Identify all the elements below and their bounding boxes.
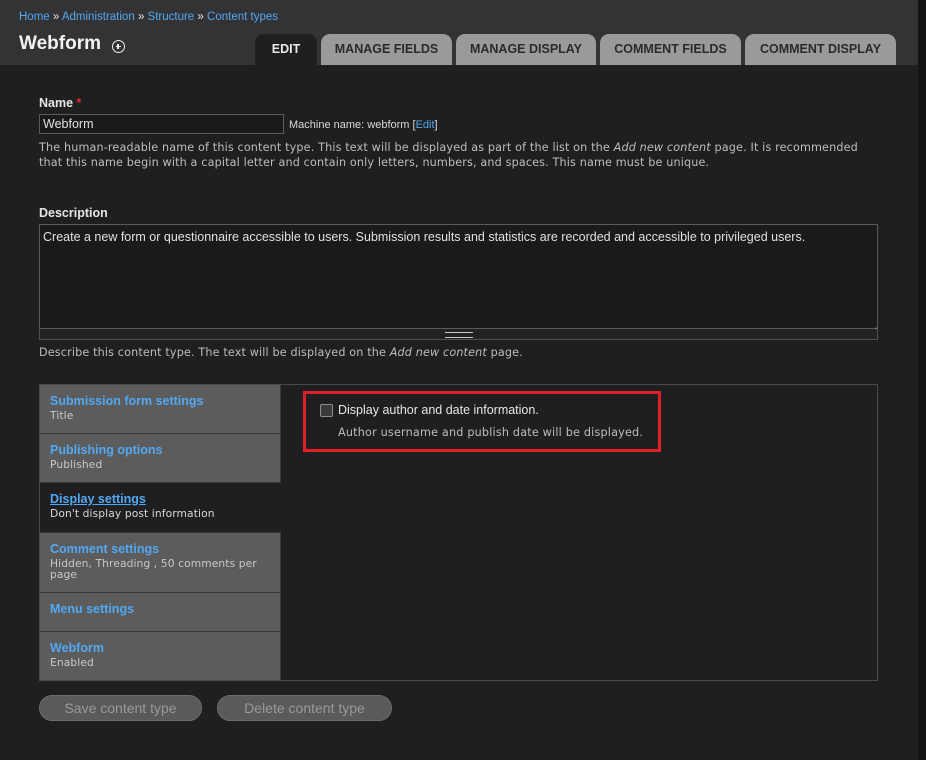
machine-name-edit-link[interactable]: Edit [416, 119, 435, 131]
tab-manage-fields[interactable]: MANAGE FIELDS [321, 34, 452, 65]
breadcrumb-administration[interactable]: Administration [62, 11, 135, 23]
add-shortcut-icon[interactable] [112, 40, 125, 53]
display-author-checkbox-label[interactable]: Display author and date information. [338, 403, 539, 417]
vtab-title[interactable]: Display settings [50, 492, 271, 506]
vtab-title[interactable]: Publishing options [50, 443, 270, 457]
tab-manage-display[interactable]: MANAGE DISPLAY [456, 34, 596, 65]
breadcrumb-separator: » [137, 11, 145, 23]
name-help-text: The human-readable name of this content … [39, 140, 884, 170]
save-content-type-button[interactable]: Save content type [39, 695, 202, 721]
breadcrumb-content-types[interactable]: Content types [207, 11, 278, 23]
vtab-title[interactable]: Webform [50, 641, 270, 655]
description-textarea[interactable]: Create a new form or questionnaire acces… [39, 224, 878, 329]
breadcrumb-separator: » [52, 11, 60, 23]
required-marker: * [76, 96, 82, 110]
vtab-webform[interactable]: Webform Enabled [40, 632, 281, 680]
vtab-menu-settings[interactable]: Menu settings [40, 593, 281, 632]
description-help-part2: page. [486, 346, 523, 359]
name-label-text: Name [39, 96, 74, 110]
display-author-description: Author username and publish date will be… [338, 426, 644, 439]
scrollbar[interactable] [918, 0, 926, 760]
vtab-summary: Title [50, 409, 74, 422]
breadcrumb: Home » Administration » Structure » Cont… [19, 11, 278, 23]
name-label: Name * [39, 96, 81, 110]
description-help-text: Describe this content type. The text wil… [39, 345, 884, 360]
machine-name-suffix: ] [434, 119, 438, 131]
resize-corner-icon[interactable] [869, 320, 877, 328]
vtab-summary: Published [50, 458, 103, 471]
vtab-summary: Hidden, Threading , 50 comments per page [50, 557, 257, 581]
textarea-resize-grippie[interactable] [39, 329, 878, 340]
breadcrumb-home[interactable]: Home [19, 11, 50, 23]
highlight-box [303, 391, 661, 452]
vtab-title[interactable]: Menu settings [50, 602, 270, 616]
machine-name: Machine name: webform [Edit] [289, 119, 438, 131]
tab-edit[interactable]: EDIT [255, 34, 317, 65]
description-label: Description [39, 206, 108, 220]
display-author-checkbox[interactable] [320, 404, 333, 417]
vtab-title[interactable]: Comment settings [50, 542, 270, 556]
name-input[interactable] [39, 114, 284, 134]
machine-name-prefix: Machine name: webform [ [289, 119, 416, 131]
vtab-comment-settings[interactable]: Comment settings Hidden, Threading , 50 … [40, 533, 281, 593]
breadcrumb-structure[interactable]: Structure [148, 11, 195, 23]
name-help-emph: Add new content [613, 141, 711, 154]
description-help-emph: Add new content [389, 346, 487, 359]
vtab-submission-form-settings[interactable]: Submission form settings Title [40, 385, 281, 434]
vtab-summary: Don't display post information [50, 507, 215, 520]
tab-comment-display[interactable]: COMMENT DISPLAY [745, 34, 896, 65]
breadcrumb-separator: » [197, 11, 204, 23]
vtab-display-settings[interactable]: Display settings Don't display post info… [40, 483, 281, 533]
vtab-title[interactable]: Submission form settings [50, 394, 270, 408]
vtab-summary: Enabled [50, 656, 94, 669]
description-help-part1: Describe this content type. The text wil… [39, 346, 390, 359]
vertical-tabs-list: Submission form settings Title Publishin… [40, 385, 281, 680]
vtab-publishing-options[interactable]: Publishing options Published [40, 434, 281, 483]
delete-content-type-button[interactable]: Delete content type [217, 695, 392, 721]
name-help-part1: The human-readable name of this content … [39, 141, 614, 154]
tab-comment-fields[interactable]: COMMENT FIELDS [600, 34, 741, 65]
page-title: Webform [19, 33, 101, 54]
